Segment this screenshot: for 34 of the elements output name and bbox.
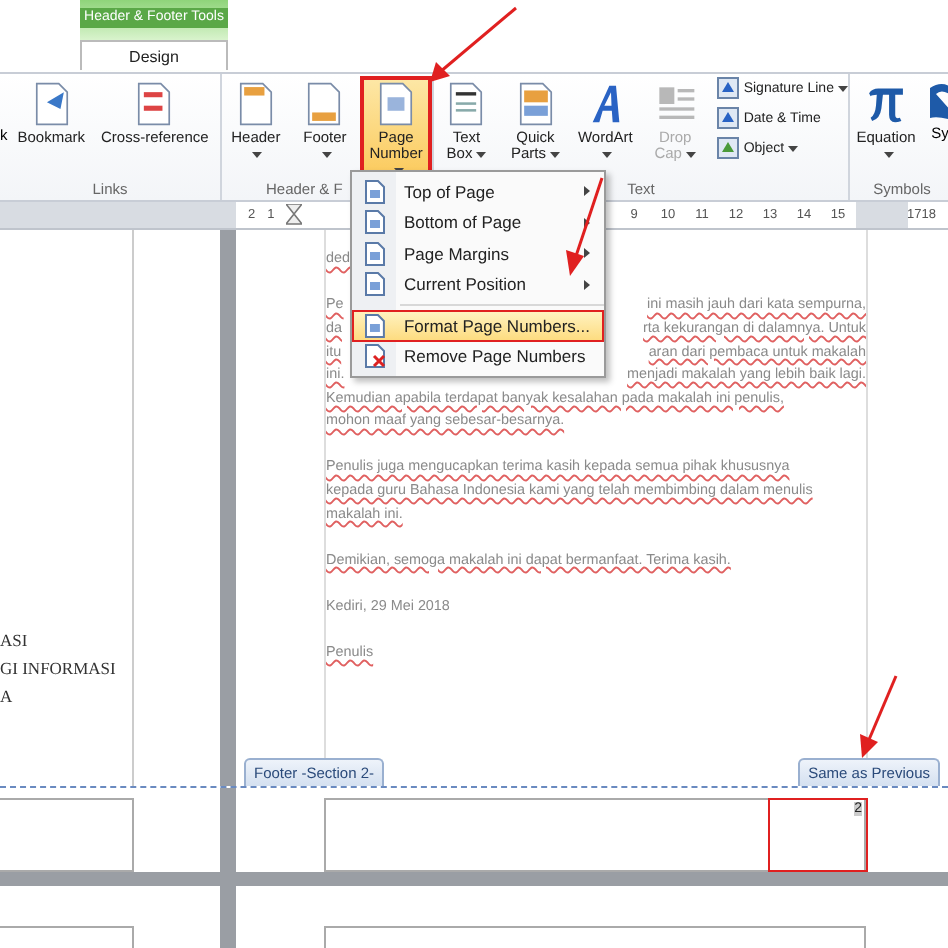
indent-marker-icon: [286, 204, 303, 226]
annotation-arrow: [854, 674, 902, 762]
submenu-arrow-icon: [584, 217, 590, 228]
page-icon: [235, 82, 276, 126]
page-icon: [376, 82, 417, 126]
page-icon: [364, 344, 386, 369]
menu-item[interactable]: Bottom of Page: [352, 207, 604, 238]
header-area: [0, 926, 134, 948]
page-icon: [364, 272, 386, 297]
title-line: ASI: [0, 628, 28, 654]
title-line: GI INFORMASI: [0, 656, 116, 682]
submenu-arrow-icon: [584, 248, 590, 259]
page-icon: [364, 241, 386, 266]
page-icon: [364, 179, 386, 204]
text-box-icon: [446, 82, 487, 126]
page-icon: [364, 210, 386, 235]
caret-icon: [837, 85, 848, 91]
page-icon: [134, 82, 175, 126]
page-icon: [364, 313, 386, 338]
menu-item[interactable]: Current Position: [352, 269, 604, 300]
page-icon: [304, 82, 345, 126]
object-icon: [715, 136, 740, 160]
signature-icon: [715, 76, 740, 100]
page-icon: [515, 82, 556, 126]
title-line: A: [0, 684, 13, 710]
menu-item[interactable]: Format Page Numbers...: [352, 310, 604, 341]
submenu-arrow-icon: [584, 186, 590, 197]
menu-item[interactable]: Remove Page Numbers: [352, 341, 604, 372]
datetime-icon: [715, 106, 740, 130]
annotation-arrow: [560, 176, 608, 280]
submenu-arrow-icon: [584, 279, 590, 290]
caret-icon: [788, 145, 799, 151]
ribbon-tab[interactable]: Design: [80, 40, 228, 70]
page-icon: [31, 82, 72, 126]
